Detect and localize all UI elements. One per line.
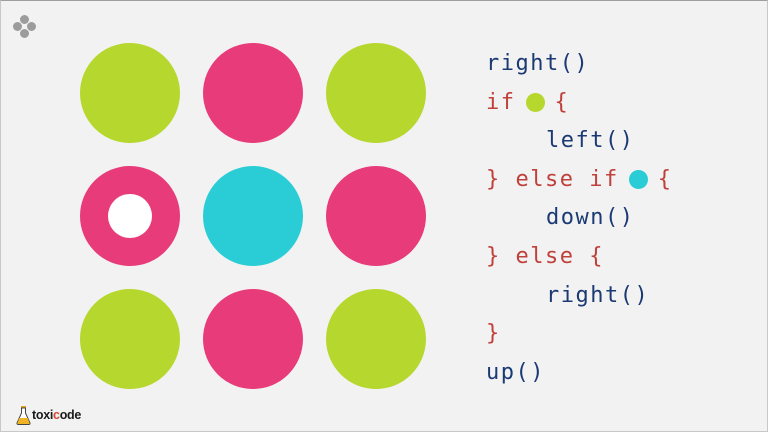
code-line-2: if { [486,85,569,121]
code-keyword: if [486,89,516,115]
code-call: right() [486,51,590,76]
code-brace: { [554,89,570,115]
code-line-1: right() [486,46,589,82]
grid-cell-r3-c2[interactable] [203,289,303,389]
grid-cell-r1-c3[interactable] [326,43,426,143]
code-brace: { [657,166,673,192]
logo-wordmark: toxicode [32,408,82,422]
grid-cell-r3-c1[interactable] [80,289,180,389]
menu-dot [27,22,36,31]
code-line-9: up() [486,355,545,391]
toxicode-logo: toxicode [16,404,81,426]
menu-dots-icon[interactable] [10,12,40,42]
grid-cell-r1-c1[interactable] [80,43,180,143]
condition-color-dot [525,93,545,113]
code-call: left() [546,128,635,154]
grid-cell-r2-c3[interactable] [326,166,426,266]
code-line-7: right() [546,278,649,314]
code-call: up() [486,359,545,385]
code-keyword: } else { [486,244,604,269]
code-call: down() [546,205,635,231]
code-line-5: down() [546,200,634,236]
grid-cell-r2-c2[interactable] [203,166,303,266]
grid-cell-r1-c2[interactable] [203,43,303,143]
menu-dot [20,29,29,38]
condition-color-dot [628,170,648,190]
code-line-4: } else if { [486,162,672,198]
player-marker [108,194,152,238]
code-line-3: left() [546,123,634,159]
code-call: right() [546,282,650,308]
grid-cell-r2-c1[interactable] [80,166,180,266]
circle-grid [80,43,426,389]
code-keyword: } else if [486,166,619,192]
grid-cell-r3-c3[interactable] [326,289,426,389]
code-line-6: } else { [486,239,604,275]
code-line-8: } [486,316,501,352]
code-keyword: } [486,321,501,347]
flask-icon [16,406,31,425]
